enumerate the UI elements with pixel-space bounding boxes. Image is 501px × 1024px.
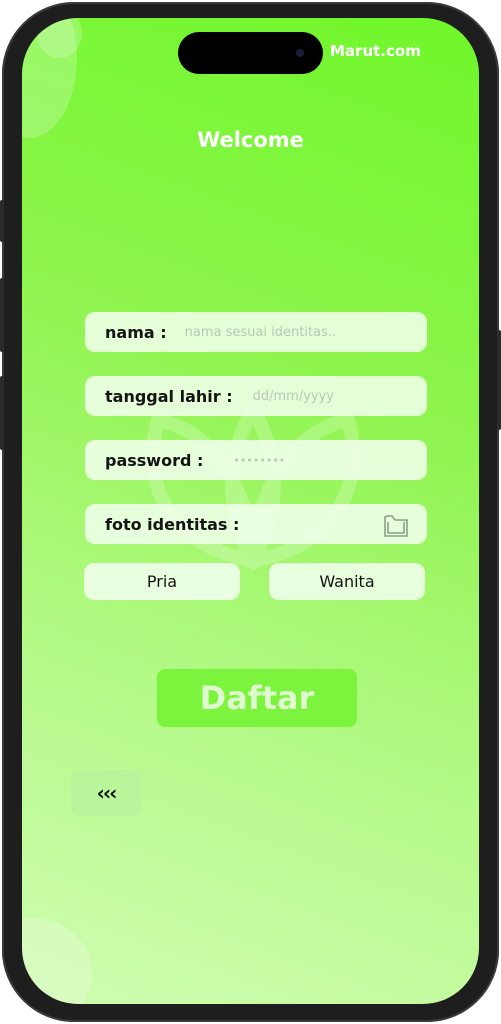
foto-identitas-label: foto identitas :: [105, 514, 240, 534]
foto-identitas-field[interactable]: foto identitas :: [85, 504, 427, 544]
action-button: [0, 200, 4, 242]
volume-down-button: [0, 376, 4, 450]
decor-bubble: [22, 918, 92, 1004]
password-field: password :: [85, 440, 427, 480]
folder-icon[interactable]: [381, 511, 411, 539]
pria-button[interactable]: Pria: [84, 563, 240, 600]
camera-icon: [296, 49, 304, 57]
nama-label: nama :: [105, 322, 167, 342]
tanggal-lahir-field: tanggal lahir :: [85, 376, 427, 416]
password-label: password :: [105, 450, 204, 470]
nama-input[interactable]: [184, 324, 385, 340]
wanita-button[interactable]: Wanita: [269, 563, 425, 600]
back-button[interactable]: ‹‹‹: [71, 770, 141, 816]
tanggal-lahir-input[interactable]: [252, 388, 403, 404]
leaf-watermark-icon: [146, 400, 360, 570]
power-button: [497, 330, 501, 430]
welcome-heading: Welcome: [197, 128, 304, 152]
tanggal-lahir-label: tanggal lahir :: [105, 386, 233, 406]
nama-field: nama :: [85, 312, 427, 352]
volume-up-button: [0, 278, 4, 352]
daftar-button[interactable]: Daftar: [157, 669, 357, 727]
password-input[interactable]: [233, 453, 384, 467]
brand-title: Marut.com: [330, 42, 421, 60]
